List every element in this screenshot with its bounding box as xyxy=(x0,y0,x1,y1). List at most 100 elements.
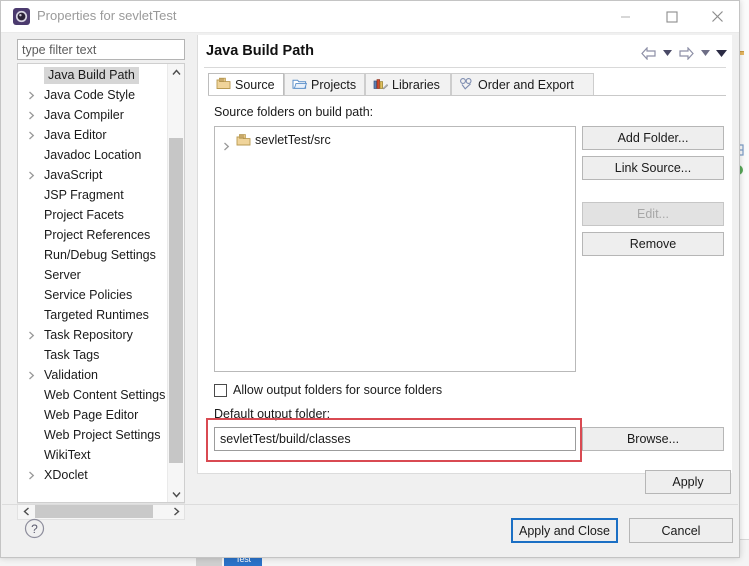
expand-arrow-icon[interactable] xyxy=(28,85,38,105)
sidebar-item-label: Run/Debug Settings xyxy=(44,248,156,262)
tree-vertical-scrollbar[interactable] xyxy=(167,64,184,502)
tab-order-export-label: Order and Export xyxy=(478,78,574,92)
scroll-up-icon[interactable] xyxy=(168,64,184,80)
sidebar-item-label: JSP Fragment xyxy=(44,188,124,202)
expand-arrow-icon[interactable] xyxy=(28,465,38,485)
sidebar-item-task-repository[interactable]: Task Repository xyxy=(18,325,168,345)
tab-libraries[interactable]: Libraries xyxy=(365,73,451,96)
chevron-down-filled-icon[interactable] xyxy=(714,44,728,62)
expand-arrow-icon[interactable] xyxy=(223,137,230,158)
allow-output-folders-row[interactable]: Allow output folders for source folders xyxy=(214,383,442,397)
sidebar-item-label: Web Project Settings xyxy=(44,428,161,442)
sidebar-item-label: Targeted Runtimes xyxy=(44,308,149,322)
sidebar-item-project-references[interactable]: Project References xyxy=(18,225,168,245)
sidebar-item-label: WikiText xyxy=(44,448,91,462)
apply-and-close-button[interactable]: Apply and Close xyxy=(511,518,618,543)
apply-button[interactable]: Apply xyxy=(645,470,731,494)
sidebar-item-wikitext[interactable]: WikiText xyxy=(18,445,168,465)
sidebar-item-validation[interactable]: Validation xyxy=(18,365,168,385)
tab-order-and-export[interactable]: Order and Export xyxy=(451,73,594,96)
link-source-button[interactable]: Link Source... xyxy=(582,156,724,180)
filter-text-box[interactable] xyxy=(17,39,185,60)
sidebar-item-java-code-style[interactable]: Java Code Style xyxy=(18,85,168,105)
back-chevron-down-icon[interactable] xyxy=(660,44,674,62)
default-output-folder-field[interactable] xyxy=(214,427,576,451)
properties-dialog: Properties for sevletTest Java Build Pat… xyxy=(0,0,740,558)
tree-scroll-thumb[interactable] xyxy=(169,138,183,463)
expand-arrow-icon[interactable] xyxy=(28,365,38,385)
settings-tree-list: Java Build Path Java Code Style Java Compi… xyxy=(18,65,168,485)
add-folder-button[interactable]: Add Folder... xyxy=(582,126,724,150)
browse-button[interactable]: Browse... xyxy=(582,427,724,451)
sidebar-item-project-facets[interactable]: Project Facets xyxy=(18,205,168,225)
sidebar-item-label: Java Editor xyxy=(44,128,107,142)
sidebar-item-jsp-fragment[interactable]: JSP Fragment xyxy=(18,185,168,205)
scroll-down-icon[interactable] xyxy=(168,486,184,502)
sidebar-item-label: Project References xyxy=(44,228,151,242)
libraries-books-icon xyxy=(373,77,388,93)
dialog-sidebar: Java Build Path Java Code Style Java Compi… xyxy=(9,35,193,520)
dialog-titlebar: Properties for sevletTest xyxy=(1,1,739,33)
sidebar-item-task-tags[interactable]: Task Tags xyxy=(18,345,168,365)
help-question-icon[interactable]: ? xyxy=(23,517,46,540)
sidebar-item-label: Service Policies xyxy=(44,288,133,302)
forward-chevron-down-icon[interactable] xyxy=(698,44,712,62)
expand-arrow-icon[interactable] xyxy=(28,165,38,185)
sidebar-item-server[interactable]: Server xyxy=(18,265,168,285)
sidebar-item-web-project-settings[interactable]: Web Project Settings xyxy=(18,425,168,445)
forward-arrow-icon[interactable] xyxy=(676,44,696,62)
edit-button: Edit... xyxy=(582,202,724,226)
sidebar-item-web-content-settings[interactable]: Web Content Settings xyxy=(18,385,168,405)
tab-source[interactable]: Source xyxy=(208,73,284,96)
default-output-folder-input[interactable] xyxy=(215,428,575,450)
footer-divider xyxy=(2,504,738,505)
sidebar-item-service-policies[interactable]: Service Policies xyxy=(18,285,168,305)
tree-hscroll-thumb[interactable] xyxy=(35,505,153,518)
build-path-tabs: Source Projects Libraries Order and Expo… xyxy=(208,73,726,96)
list-item[interactable]: sevletTest/src xyxy=(215,130,575,151)
sidebar-item-javadoc-location[interactable]: Javadoc Location xyxy=(18,145,168,165)
sidebar-item-xdoclet[interactable]: XDoclet xyxy=(18,465,168,485)
sidebar-item-javascript[interactable]: JavaScript xyxy=(18,165,168,185)
tab-projects[interactable]: Projects xyxy=(284,73,365,96)
source-folders-list[interactable]: sevletTest/src xyxy=(214,126,576,372)
close-button[interactable] xyxy=(695,1,740,32)
sidebar-item-java-editor[interactable]: Java Editor xyxy=(18,125,168,145)
minimize-button[interactable] xyxy=(603,1,648,32)
sidebar-item-label: Web Page Editor xyxy=(44,408,139,422)
settings-tree[interactable]: Java Build Path Java Code Style Java Compi… xyxy=(17,63,185,503)
tab-libraries-label: Libraries xyxy=(392,78,440,92)
tab-source-label: Source xyxy=(235,78,275,92)
allow-output-folders-checkbox[interactable] xyxy=(214,383,227,397)
expand-arrow-icon[interactable] xyxy=(28,105,38,125)
maximize-button[interactable] xyxy=(649,1,694,32)
sidebar-item-label: Task Repository xyxy=(44,328,133,342)
sidebar-item-label: Task Tags xyxy=(44,348,100,362)
sidebar-item-label: XDoclet xyxy=(44,468,88,482)
list-item-label: sevletTest/src xyxy=(255,133,331,147)
default-output-folder-label: Default output folder: xyxy=(214,407,331,421)
sidebar-item-java-build-path[interactable]: Java Build Path xyxy=(18,65,168,85)
sidebar-item-java-compiler[interactable]: Java Compiler xyxy=(18,105,168,125)
source-folder-icon xyxy=(216,77,231,93)
back-arrow-icon[interactable] xyxy=(638,44,658,62)
sidebar-item-web-page-editor[interactable]: Web Page Editor xyxy=(18,405,168,425)
tab-projects-label: Projects xyxy=(311,78,357,92)
allow-output-folders-label: Allow output folders for source folders xyxy=(233,383,443,397)
source-folders-label: Source folders on build path: xyxy=(214,105,374,119)
title-divider xyxy=(204,67,726,68)
tab-divider xyxy=(208,95,726,96)
scroll-right-icon[interactable] xyxy=(168,504,184,519)
eclipse-properties-icon xyxy=(13,8,30,25)
cancel-button[interactable]: Cancel xyxy=(629,518,733,543)
source-action-buttons: Add Folder... Link Source... Edit... Rem… xyxy=(582,126,724,262)
sidebar-item-run-debug-settings[interactable]: Run/Debug Settings xyxy=(18,245,168,265)
search-input[interactable] xyxy=(18,40,184,59)
expand-arrow-icon[interactable] xyxy=(28,125,38,145)
sidebar-item-targeted-runtimes[interactable]: Targeted Runtimes xyxy=(18,305,168,325)
sidebar-item-label: Server xyxy=(44,268,81,282)
expand-arrow-icon[interactable] xyxy=(28,325,38,345)
remove-button[interactable]: Remove xyxy=(582,232,724,256)
page-title: Java Build Path xyxy=(206,43,314,59)
sidebar-item-label: Java Compiler xyxy=(44,108,124,122)
